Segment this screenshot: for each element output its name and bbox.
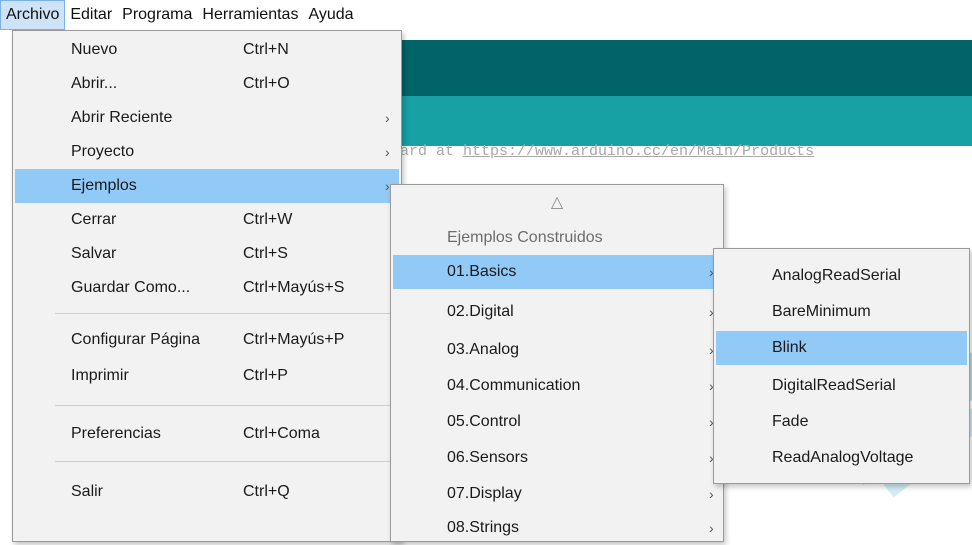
chevron-right-icon: › xyxy=(709,520,714,536)
submenu-item-strings[interactable]: 08.Strings › xyxy=(393,511,721,545)
menu-item-shortcut: Ctrl+Coma xyxy=(243,425,320,442)
menu-item-shortcut: Ctrl+O xyxy=(243,75,290,92)
example-analogreadserial[interactable]: AnalogReadSerial xyxy=(716,259,967,293)
menu-item-shortcut: Ctrl+Mayús+S xyxy=(243,279,345,296)
submenu-item-digital[interactable]: 02.Digital › xyxy=(393,295,721,329)
submenu-item-control[interactable]: 05.Control › xyxy=(393,405,721,439)
scroll-up-arrow-icon[interactable]: △ xyxy=(391,191,723,215)
menu-item-abrir[interactable]: Abrir... Ctrl+O xyxy=(15,67,399,101)
menu-item-label: Salvar xyxy=(71,245,117,262)
menu-item-label: BareMinimum xyxy=(772,303,871,320)
menu-item-label: Guardar Como... xyxy=(71,279,191,296)
menu-item-label: Blink xyxy=(772,339,807,356)
menu-bar: Archivo Editar Programa Herramientas Ayu… xyxy=(0,0,972,30)
chevron-right-icon: › xyxy=(385,178,390,194)
menu-item-label: 07.Display xyxy=(447,485,522,502)
menu-item-label: AnalogReadSerial xyxy=(772,267,901,284)
menu-item-label: 03.Analog xyxy=(447,341,520,358)
submenu-header: Ejemplos Construidos xyxy=(393,221,721,255)
menu-item-label: Preferencias xyxy=(71,425,161,442)
menu-item-label: ReadAnalogVoltage xyxy=(772,449,914,466)
menu-item-shortcut: Ctrl+Q xyxy=(243,483,290,500)
menu-item-shortcut: Ctrl+Mayús+P xyxy=(243,331,345,348)
menu-item-label: 05.Control xyxy=(447,413,521,430)
menu-item-salir[interactable]: Salir Ctrl+Q xyxy=(15,475,399,509)
menu-separator xyxy=(55,405,393,406)
toolbar xyxy=(395,40,972,96)
basics-submenu: AnalogReadSerial BareMinimum Blink Digit… xyxy=(713,248,970,484)
menu-separator xyxy=(55,461,393,462)
example-fade[interactable]: Fade xyxy=(716,405,967,439)
code-url[interactable]: https://www.arduino.cc/en/Main/Products xyxy=(463,143,814,160)
menu-item-configurar-pagina[interactable]: Configurar Página Ctrl+Mayús+P xyxy=(15,323,399,357)
menu-separator xyxy=(55,313,393,314)
archivo-dropdown-menu: Nuevo Ctrl+N Abrir... Ctrl+O Abrir Recie… xyxy=(12,30,402,542)
menu-archivo[interactable]: Archivo xyxy=(0,0,66,30)
menu-item-label: Ejemplos xyxy=(71,177,137,194)
submenu-item-sensors[interactable]: 06.Sensors › xyxy=(393,441,721,475)
menu-item-label: 02.Digital xyxy=(447,303,514,320)
submenu-header-label: Ejemplos Construidos xyxy=(447,229,603,246)
menu-item-salvar[interactable]: Salvar Ctrl+S xyxy=(15,237,399,271)
menu-item-abrir-reciente[interactable]: Abrir Reciente › xyxy=(15,101,399,135)
menu-item-shortcut: Ctrl+P xyxy=(243,367,288,384)
menu-item-label: 08.Strings xyxy=(447,519,520,536)
submenu-item-communication[interactable]: 04.Communication › xyxy=(393,369,721,403)
menu-item-label: 06.Sensors xyxy=(447,449,528,466)
menu-item-imprimir[interactable]: Imprimir Ctrl+P xyxy=(15,359,399,393)
menu-item-shortcut: Ctrl+N xyxy=(243,41,289,58)
menu-item-label: Nuevo xyxy=(71,41,118,58)
tab-strip xyxy=(395,96,972,146)
code-comment-line: ard at https://www.arduino.cc/en/Main/Pr… xyxy=(400,143,972,160)
menu-item-shortcut: Ctrl+S xyxy=(243,245,288,262)
menu-editar[interactable]: Editar xyxy=(65,0,117,30)
menu-item-label: Configurar Página xyxy=(71,331,200,348)
menu-programa[interactable]: Programa xyxy=(117,0,197,30)
submenu-item-analog[interactable]: 03.Analog › xyxy=(393,333,721,367)
menu-item-preferencias[interactable]: Preferencias Ctrl+Coma xyxy=(15,417,399,451)
menu-item-shortcut: Ctrl+W xyxy=(243,211,293,228)
menu-item-label: Salir xyxy=(71,483,104,500)
menu-item-label: Abrir Reciente xyxy=(71,109,173,126)
menu-ayuda[interactable]: Ayuda xyxy=(303,0,358,30)
menu-item-label: Abrir... xyxy=(71,75,118,92)
chevron-right-icon: › xyxy=(385,144,390,160)
example-bareminimum[interactable]: BareMinimum xyxy=(716,295,967,329)
menu-item-label: Proyecto xyxy=(71,143,135,160)
menu-item-label: 04.Communication xyxy=(447,377,581,394)
submenu-item-display[interactable]: 07.Display › xyxy=(393,477,721,511)
menu-item-nuevo[interactable]: Nuevo Ctrl+N xyxy=(15,33,399,67)
ejemplos-submenu: △ Ejemplos Construidos 01.Basics › 02.Di… xyxy=(390,184,724,542)
example-readanalogvoltage[interactable]: ReadAnalogVoltage xyxy=(716,441,967,475)
menu-item-cerrar[interactable]: Cerrar Ctrl+W xyxy=(15,203,399,237)
menu-item-label: 01.Basics xyxy=(447,263,517,280)
code-text: ard at xyxy=(400,143,464,160)
menu-item-label: Cerrar xyxy=(71,211,117,228)
menu-item-label: Fade xyxy=(772,413,809,430)
submenu-item-basics[interactable]: 01.Basics › xyxy=(393,255,721,289)
menu-item-proyecto[interactable]: Proyecto › xyxy=(15,135,399,169)
example-digitalreadserial[interactable]: DigitalReadSerial xyxy=(716,369,967,403)
menu-item-guardar-como[interactable]: Guardar Como... Ctrl+Mayús+S xyxy=(15,271,399,305)
chevron-right-icon: › xyxy=(385,110,390,126)
menu-item-label: Imprimir xyxy=(71,367,129,384)
menu-herramientas[interactable]: Herramientas xyxy=(197,0,303,30)
example-blink[interactable]: Blink xyxy=(716,331,967,365)
menu-item-label: DigitalReadSerial xyxy=(772,377,896,394)
menu-item-ejemplos[interactable]: Ejemplos › xyxy=(15,169,399,203)
